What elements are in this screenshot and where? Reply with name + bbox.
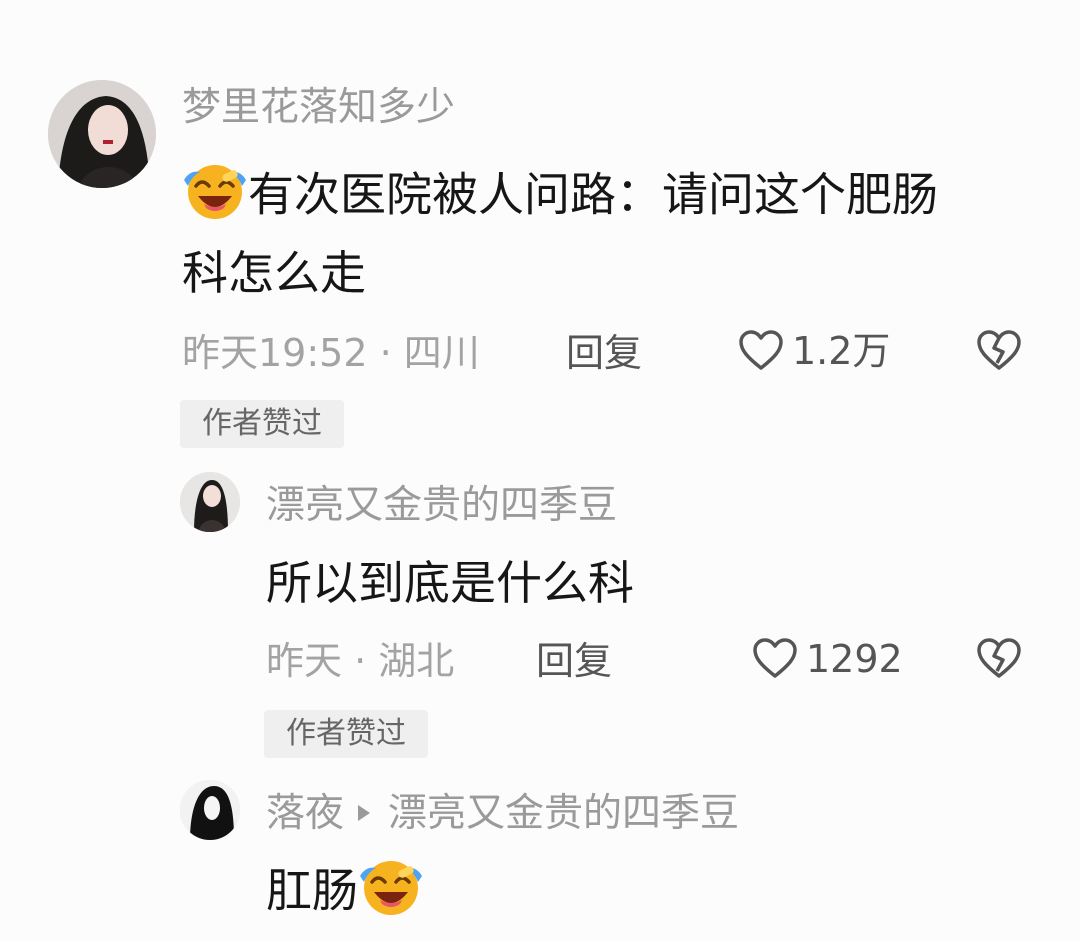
reply-text: 所以到底是什么科 [266, 556, 634, 610]
heart-icon [753, 638, 797, 678]
laughing-crying-icon [358, 856, 424, 925]
like-button[interactable]: 1.2万 [738, 330, 890, 372]
like-button[interactable]: 1292 [752, 638, 903, 680]
reply-text: 肛肠 [266, 856, 424, 925]
comment-username[interactable]: 梦里花落知多少 [182, 88, 455, 127]
author-liked-badge: 作者赞过 [180, 400, 344, 448]
comment-text-line1: 有次医院被人问路：请问这个肥肠 [248, 167, 938, 222]
reply-button[interactable]: 回复 [536, 642, 612, 680]
like-count: 1.2万 [792, 329, 891, 373]
dislike-button[interactable] [976, 638, 1022, 684]
avatar-photo-icon [180, 472, 240, 532]
reply-time-location: 昨天 · 湖北 [266, 639, 455, 683]
avatar[interactable] [180, 472, 240, 532]
reply-button[interactable]: 回复 [566, 334, 642, 372]
dislike-button[interactable] [976, 330, 1022, 376]
comment-time-location: 昨天19:52 · 四川 [182, 331, 480, 375]
reply-username: 落夜 漂亮又金贵的四季豆 [266, 794, 739, 833]
broken-heart-icon [977, 638, 1021, 678]
avatar-photo-icon [48, 80, 156, 188]
reply-to-user[interactable]: 漂亮又金贵的四季豆 [388, 791, 739, 836]
avatar[interactable] [48, 80, 156, 188]
broken-heart-icon [977, 330, 1021, 370]
heart-icon [739, 330, 783, 370]
laughing-crying-icon [182, 160, 248, 229]
like-count: 1292 [806, 637, 903, 681]
comment-text: 有次医院被人问路：请问这个肥肠 [182, 160, 938, 229]
avatar[interactable] [180, 780, 240, 840]
reply-username[interactable]: 漂亮又金贵的四季豆 [266, 486, 617, 525]
comment-text-line2: 科怎么走 [182, 246, 366, 300]
avatar-photo-icon [180, 780, 240, 840]
reply-author[interactable]: 落夜 [266, 791, 344, 836]
author-liked-badge: 作者赞过 [264, 710, 428, 758]
reply-arrow-icon [358, 804, 371, 821]
reply-text-content: 肛肠 [266, 863, 358, 918]
